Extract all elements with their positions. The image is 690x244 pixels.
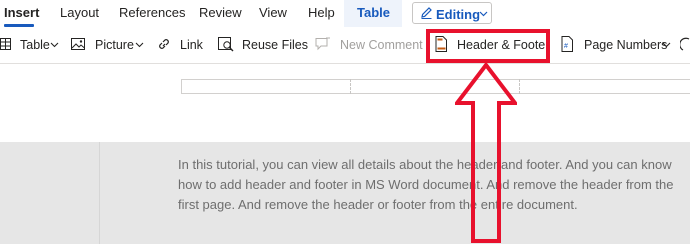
page-numbers-button[interactable]: Page Numbers <box>584 38 667 52</box>
table-cell-divider <box>350 79 351 94</box>
insert-table-button[interactable]: Table <box>20 38 50 52</box>
tab-review[interactable]: Review <box>199 5 242 20</box>
table-cell-divider <box>519 79 520 94</box>
up-arrow-annotation <box>455 63 517 243</box>
svg-text:#: # <box>564 43 568 50</box>
insert-link-button[interactable]: Link <box>180 38 203 52</box>
new-comment-button[interactable]: New Comment <box>340 38 423 52</box>
document-page-top <box>0 64 690 142</box>
reuse-files-button[interactable]: Reuse Files <box>242 38 308 52</box>
chevron-down-icon[interactable] <box>662 42 671 48</box>
header-table[interactable] <box>181 79 690 94</box>
chevron-down-icon[interactable] <box>50 42 59 48</box>
ribbon-tabs: Insert Layout References Review View Hel… <box>0 0 690 27</box>
chevron-down-icon <box>479 11 488 17</box>
chevron-down-icon[interactable] <box>135 42 144 48</box>
tab-table[interactable]: Table <box>357 5 390 20</box>
comment-icon <box>315 37 330 51</box>
highlight-box <box>426 29 550 63</box>
page-numbers-icon: # <box>561 36 573 52</box>
symbol-icon[interactable] <box>680 36 690 52</box>
tab-layout[interactable]: Layout <box>60 5 99 20</box>
tab-references[interactable]: References <box>119 5 185 20</box>
editing-mode-button[interactable]: Editing <box>412 2 492 24</box>
editing-label: Editing <box>436 7 481 22</box>
tab-view[interactable]: View <box>259 5 287 20</box>
reuse-files-icon <box>218 37 234 52</box>
page-margin-line <box>99 142 100 244</box>
insert-picture-button[interactable]: Picture <box>95 38 134 52</box>
picture-icon <box>71 38 85 50</box>
link-icon <box>159 39 169 49</box>
pencil-icon <box>421 7 432 19</box>
ribbon-toolbar: Table Picture Link Reuse Files New Comme… <box>0 27 690 64</box>
tab-insert[interactable]: Insert <box>4 5 39 20</box>
document-paragraph[interactable]: In this tutorial, you can view all detai… <box>178 155 684 215</box>
tab-help[interactable]: Help <box>308 5 335 20</box>
table-icon <box>0 38 11 50</box>
